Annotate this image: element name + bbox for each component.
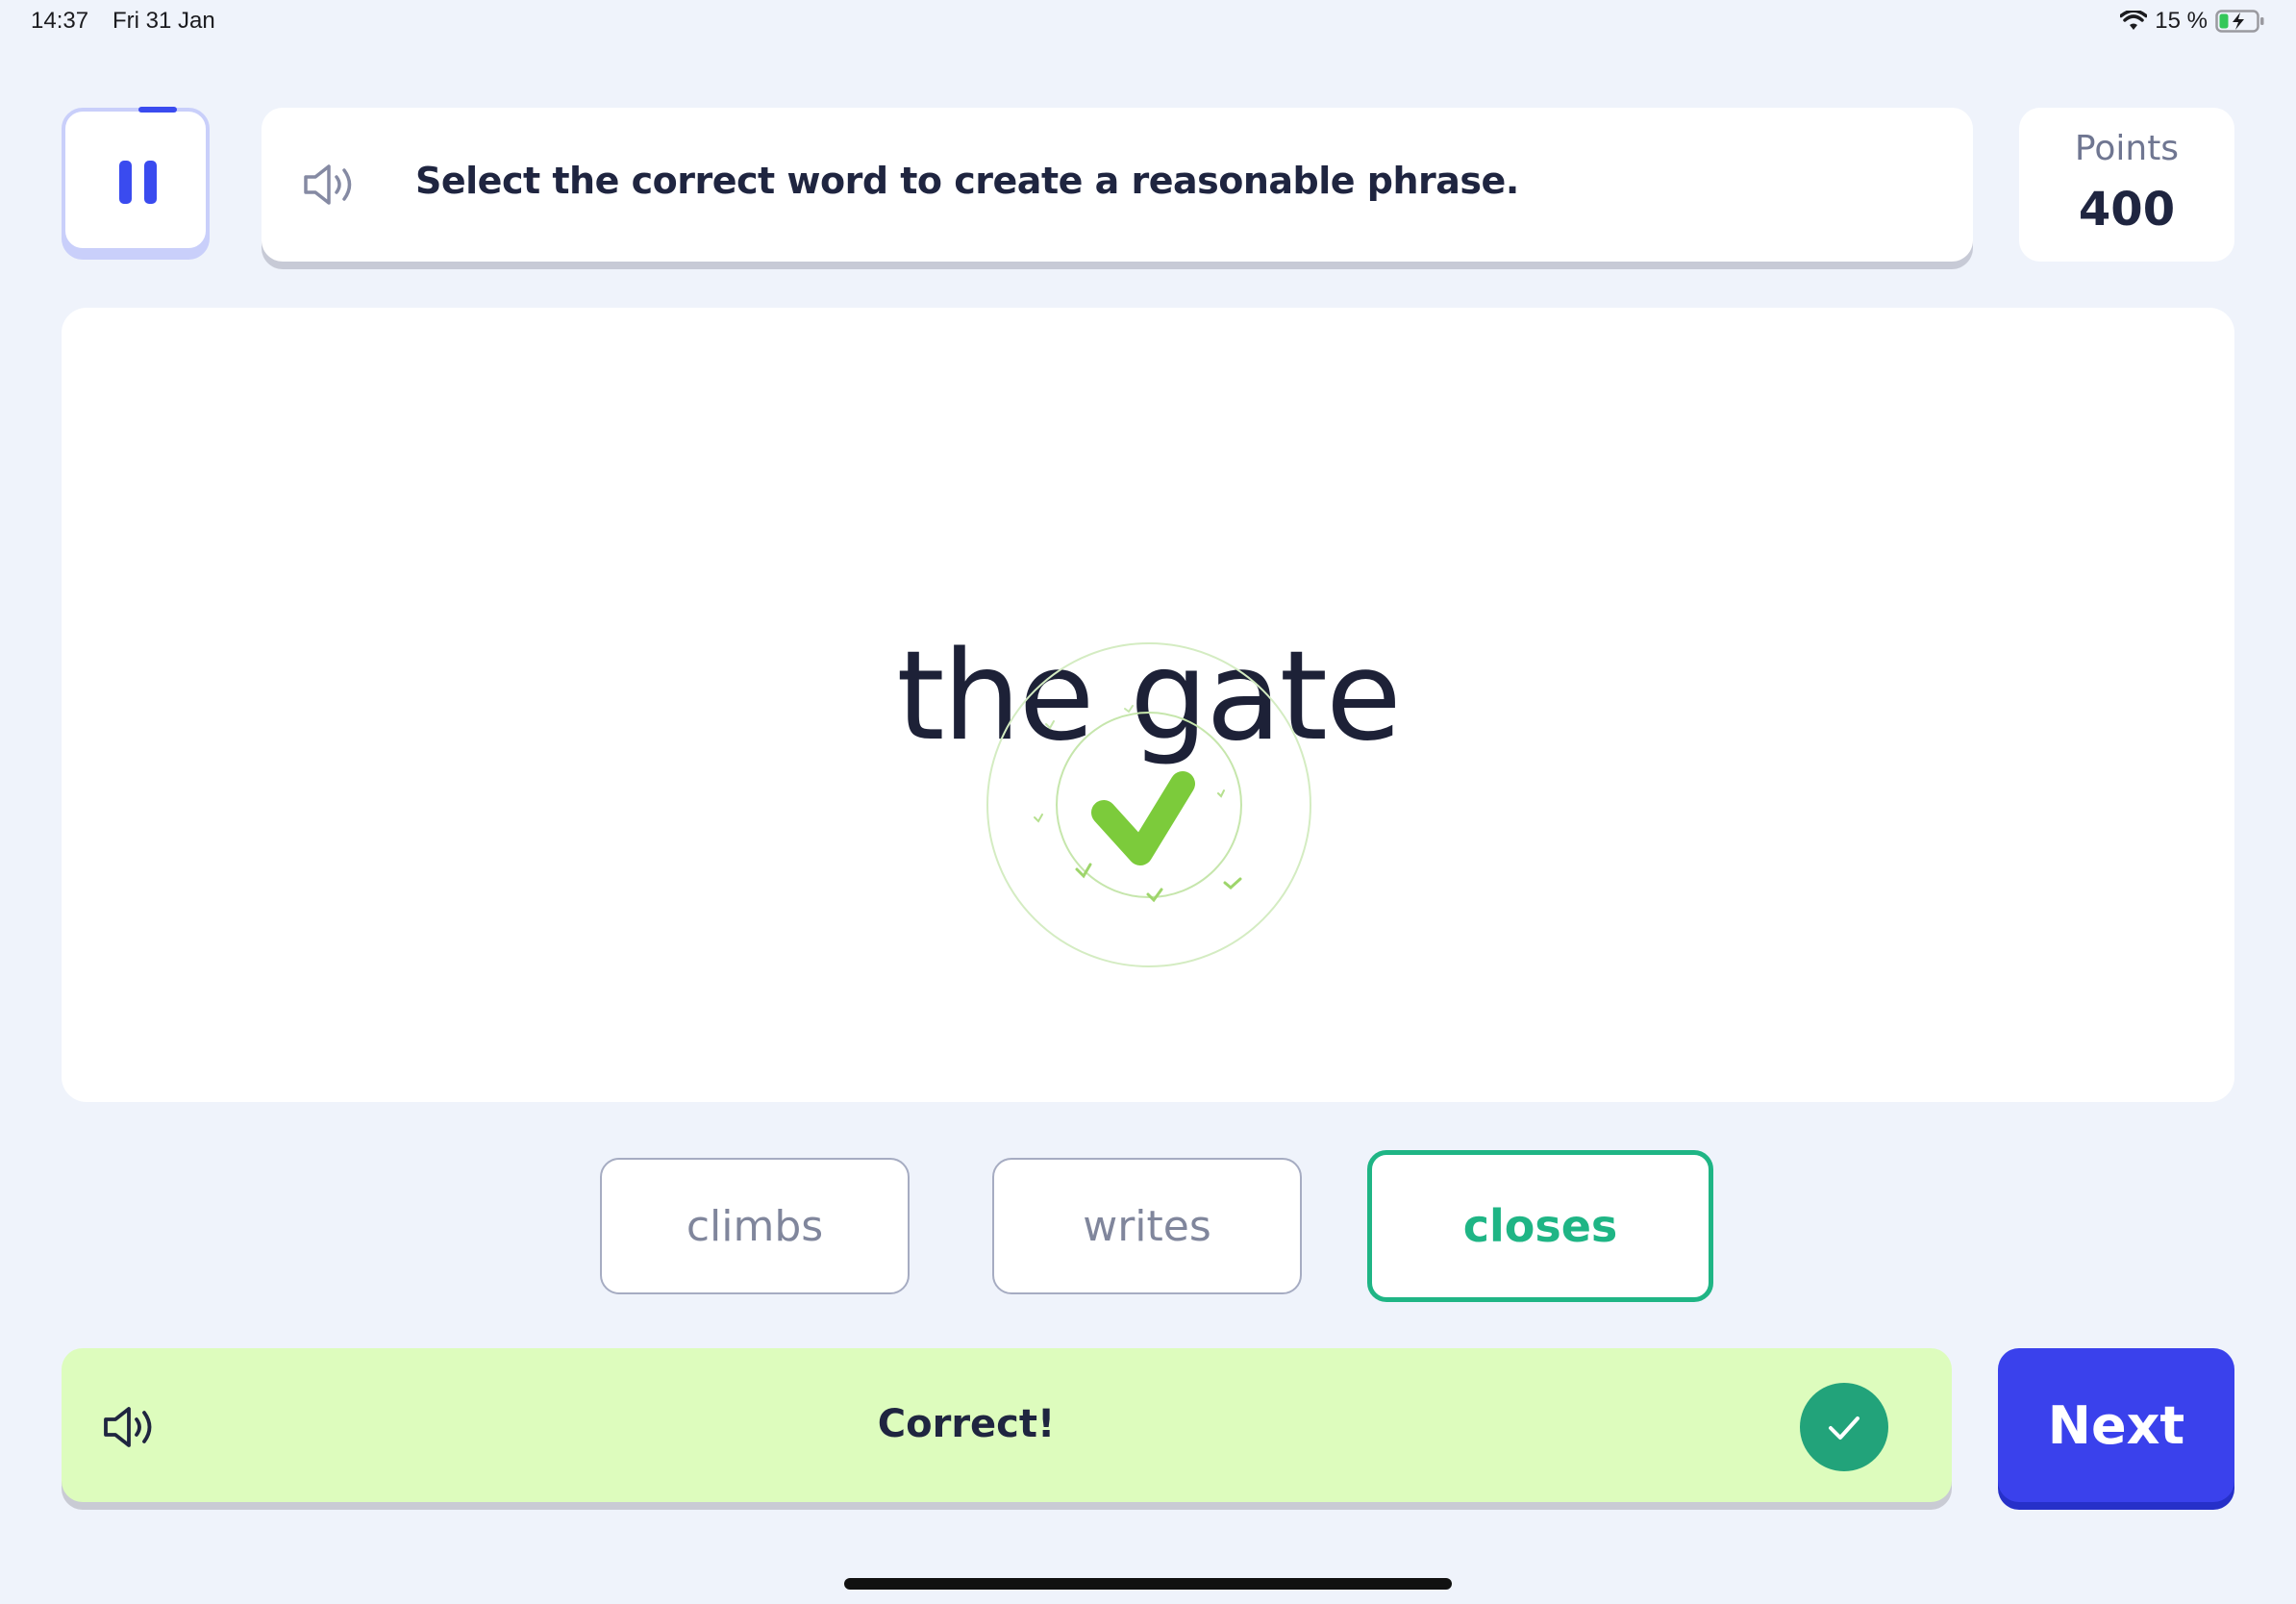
speaker-icon[interactable]	[302, 162, 360, 208]
checkmark-icon	[1800, 1383, 1888, 1471]
status-date: Fri 31 Jan	[112, 8, 215, 34]
pause-icon	[119, 161, 157, 204]
home-indicator[interactable]	[844, 1578, 1452, 1590]
battery-percentage: 15 %	[2155, 8, 2208, 34]
points-label: Points	[2074, 129, 2180, 168]
answer-choice-correct[interactable]: closes	[1367, 1150, 1713, 1302]
answer-choice[interactable]: climbs	[600, 1158, 910, 1294]
progress-indicator	[138, 107, 177, 113]
next-button[interactable]: Next	[1998, 1348, 2234, 1502]
instruction-text: Select the correct word to create a reas…	[415, 160, 1519, 202]
points-value: 400	[2078, 183, 2176, 237]
status-indicators: 15 %	[2120, 8, 2265, 35]
feedback-text: Correct!	[877, 1402, 1056, 1446]
battery-charging-icon	[2215, 10, 2264, 33]
status-time: 14:37	[31, 8, 89, 34]
correct-check-icon	[986, 642, 1311, 967]
wifi-icon	[2120, 11, 2148, 30]
answer-choice[interactable]: writes	[992, 1158, 1302, 1294]
